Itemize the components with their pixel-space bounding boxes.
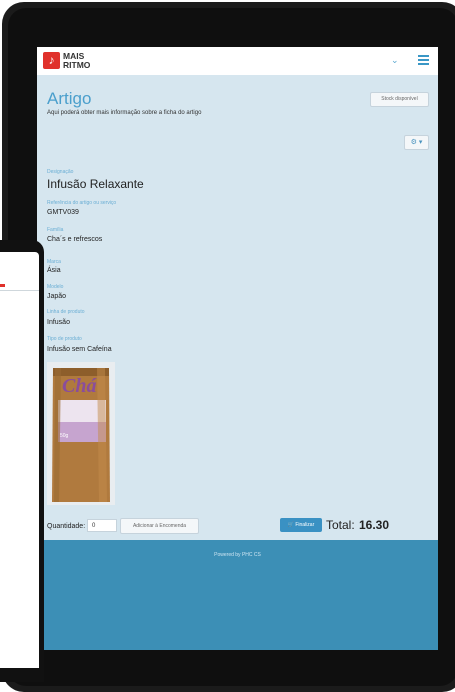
- logo-text: MAIS RITMO: [63, 51, 91, 70]
- field-label-linha: Linha de produto: [47, 309, 85, 315]
- field-label-designacao: Designação: [47, 169, 74, 175]
- product-brand-text: Chá: [62, 375, 97, 397]
- hamburger-menu-icon[interactable]: [418, 55, 429, 65]
- laptop-frame: [0, 240, 44, 682]
- total-label: Total:: [326, 518, 355, 532]
- field-value-referencia: GMTV039: [47, 209, 79, 216]
- field-label-referencia: Referência do artigo ou serviço: [47, 200, 117, 206]
- laptop-screen: [0, 252, 39, 668]
- chevron-down-icon[interactable]: ⌄: [391, 55, 399, 66]
- stock-button[interactable]: Stock disponível: [370, 92, 429, 107]
- finalize-button-label: Finalizar: [295, 522, 315, 528]
- finalize-button[interactable]: 🛒 Finalizar: [280, 518, 322, 532]
- field-value-linha: Infusão: [47, 319, 70, 326]
- page-subtitle: Aqui poderá obter mais informação sobre …: [47, 110, 202, 116]
- field-value-modelo: Japão: [47, 293, 67, 300]
- field-label-tipo: Tipo de produto: [47, 336, 82, 342]
- field-value-tipo: Infusão sem Cafeína: [47, 346, 112, 353]
- field-label-familia: Família: [47, 227, 64, 233]
- field-label-marca: Marca: [47, 259, 61, 265]
- laptop-logo-accent: [0, 284, 5, 287]
- laptop-divider: [0, 290, 39, 291]
- top-bar: ♪ MAIS RITMO ⌄: [37, 47, 438, 75]
- field-value-familia: Cha´s e refrescos: [47, 236, 103, 243]
- footer-powered-by: Powered by PHC CS: [214, 552, 261, 558]
- settings-dropdown-button[interactable]: ⚙ ▾: [404, 135, 429, 150]
- product-image: Chá 50g: [47, 362, 115, 505]
- product-weight-text: 50g: [60, 433, 69, 439]
- logo-icon: ♪: [43, 52, 60, 69]
- quantity-input[interactable]: 0: [87, 519, 117, 532]
- cart-icon: 🛒: [287, 522, 294, 528]
- page-title: Artigo: [47, 89, 92, 108]
- field-label-modelo: Modelo: [47, 284, 64, 290]
- footer: Powered by PHC CS: [37, 540, 438, 650]
- add-to-order-button[interactable]: Adicionar à Encomenda: [120, 518, 199, 534]
- field-value-designacao: Infusão Relaxante: [47, 177, 144, 191]
- quantity-label: Quantidade:: [47, 523, 86, 530]
- total-value: 16.30: [359, 518, 390, 532]
- field-value-marca: Ásia: [47, 267, 61, 274]
- app-screen: ♪ MAIS RITMO ⌄ Artigo Aqui poderá obter …: [37, 47, 438, 650]
